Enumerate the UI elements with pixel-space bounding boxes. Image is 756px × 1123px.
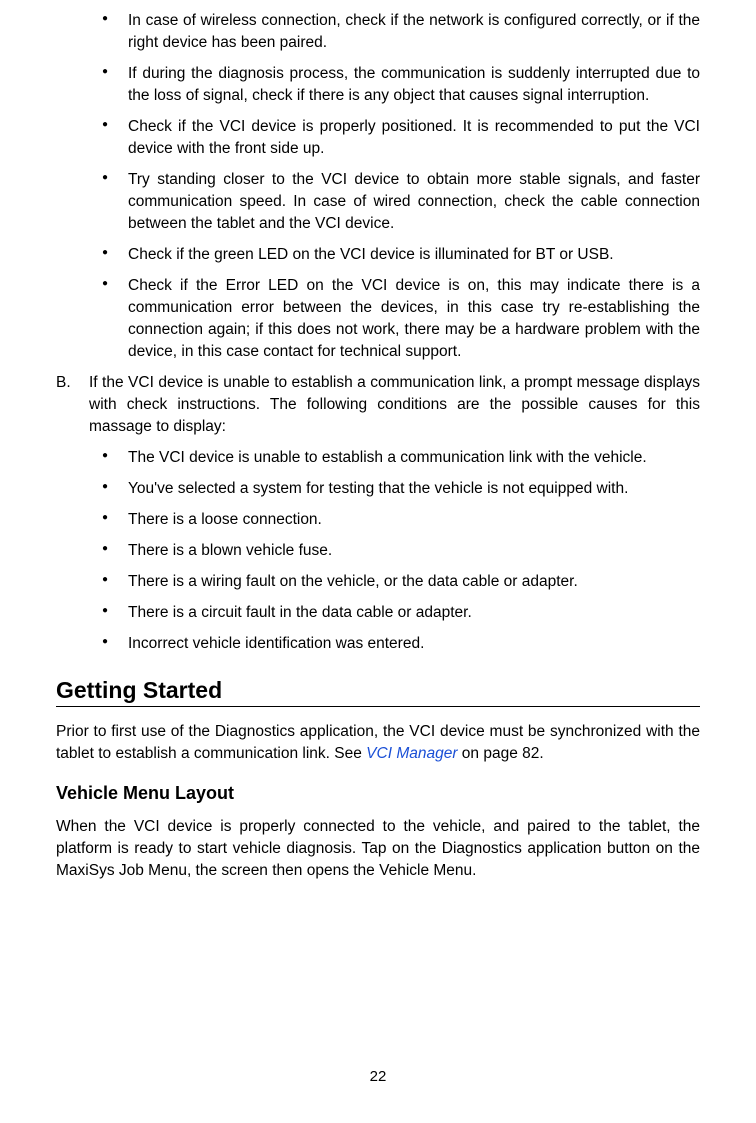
list-item: Check if the VCI device is properly posi… [102,116,700,160]
list-item: Check if the Error LED on the VCI device… [102,275,700,363]
list-item: Incorrect vehicle identification was ent… [102,633,700,655]
list-item: Try standing closer to the VCI device to… [102,169,700,235]
lettered-label: B. [56,372,71,394]
sub-heading: Vehicle Menu Layout [56,783,700,804]
list-item: You've selected a system for testing tha… [102,478,700,500]
list-item: There is a loose connection. [102,509,700,531]
top-bullet-list: In case of wireless connection, check if… [56,10,700,363]
list-item: There is a wiring fault on the vehicle, … [102,571,700,593]
list-item: The VCI device is unable to establish a … [102,447,700,469]
list-item: In case of wireless connection, check if… [102,10,700,54]
sub-bullet-list: The VCI device is unable to establish a … [56,447,700,655]
list-item: There is a blown vehicle fuse. [102,540,700,562]
body-paragraph: When the VCI device is properly connecte… [56,816,700,882]
page-number: 22 [0,1068,756,1085]
list-item: There is a circuit fault in the data cab… [102,602,700,624]
lettered-text: If the VCI device is unable to establish… [89,374,700,435]
list-item: If during the diagnosis process, the com… [102,63,700,107]
intro-suffix: on page 82. [458,745,544,762]
list-item: Check if the green LED on the VCI device… [102,244,700,266]
lettered-item-b: B. If the VCI device is unable to establ… [56,372,700,438]
vci-manager-link[interactable]: VCI Manager [366,745,457,762]
section-heading: Getting Started [56,677,700,707]
intro-paragraph: Prior to first use of the Diagnostics ap… [56,721,700,765]
